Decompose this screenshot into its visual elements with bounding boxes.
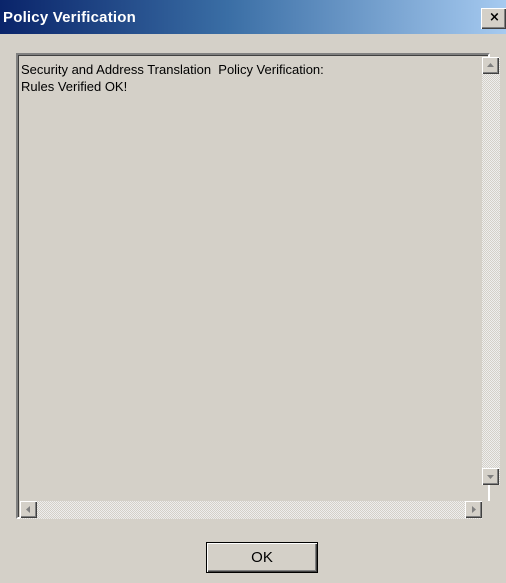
close-icon: ×: [489, 10, 500, 25]
window-title: Policy Verification: [3, 9, 137, 26]
title-bar[interactable]: Policy Verification ×: [0, 0, 506, 34]
message-text-area[interactable]: Security and Address Translation Policy …: [16, 53, 500, 519]
message-line-result: Rules Verified OK!: [21, 79, 128, 94]
arrow-left-icon: [26, 506, 30, 513]
message-line-heading: Security and Address Translation Policy …: [21, 62, 324, 77]
scrollbar-corner: [482, 501, 500, 519]
policy-verification-dialog: Policy Verification × Security and Addre…: [0, 0, 506, 583]
arrow-right-icon: [472, 506, 476, 513]
arrow-up-icon: [487, 63, 494, 67]
ok-button-label: OK: [251, 549, 273, 566]
scroll-right-button[interactable]: [465, 501, 482, 518]
vertical-scrollbar[interactable]: [482, 57, 500, 485]
scroll-down-button[interactable]: [482, 468, 499, 485]
ok-button[interactable]: OK: [206, 542, 318, 573]
scroll-left-button[interactable]: [20, 501, 37, 518]
message-content: Security and Address Translation Policy …: [21, 61, 466, 95]
close-button[interactable]: ×: [481, 8, 506, 29]
horizontal-scrollbar[interactable]: [20, 501, 482, 519]
scroll-up-button[interactable]: [482, 57, 499, 74]
arrow-down-icon: [487, 475, 494, 479]
